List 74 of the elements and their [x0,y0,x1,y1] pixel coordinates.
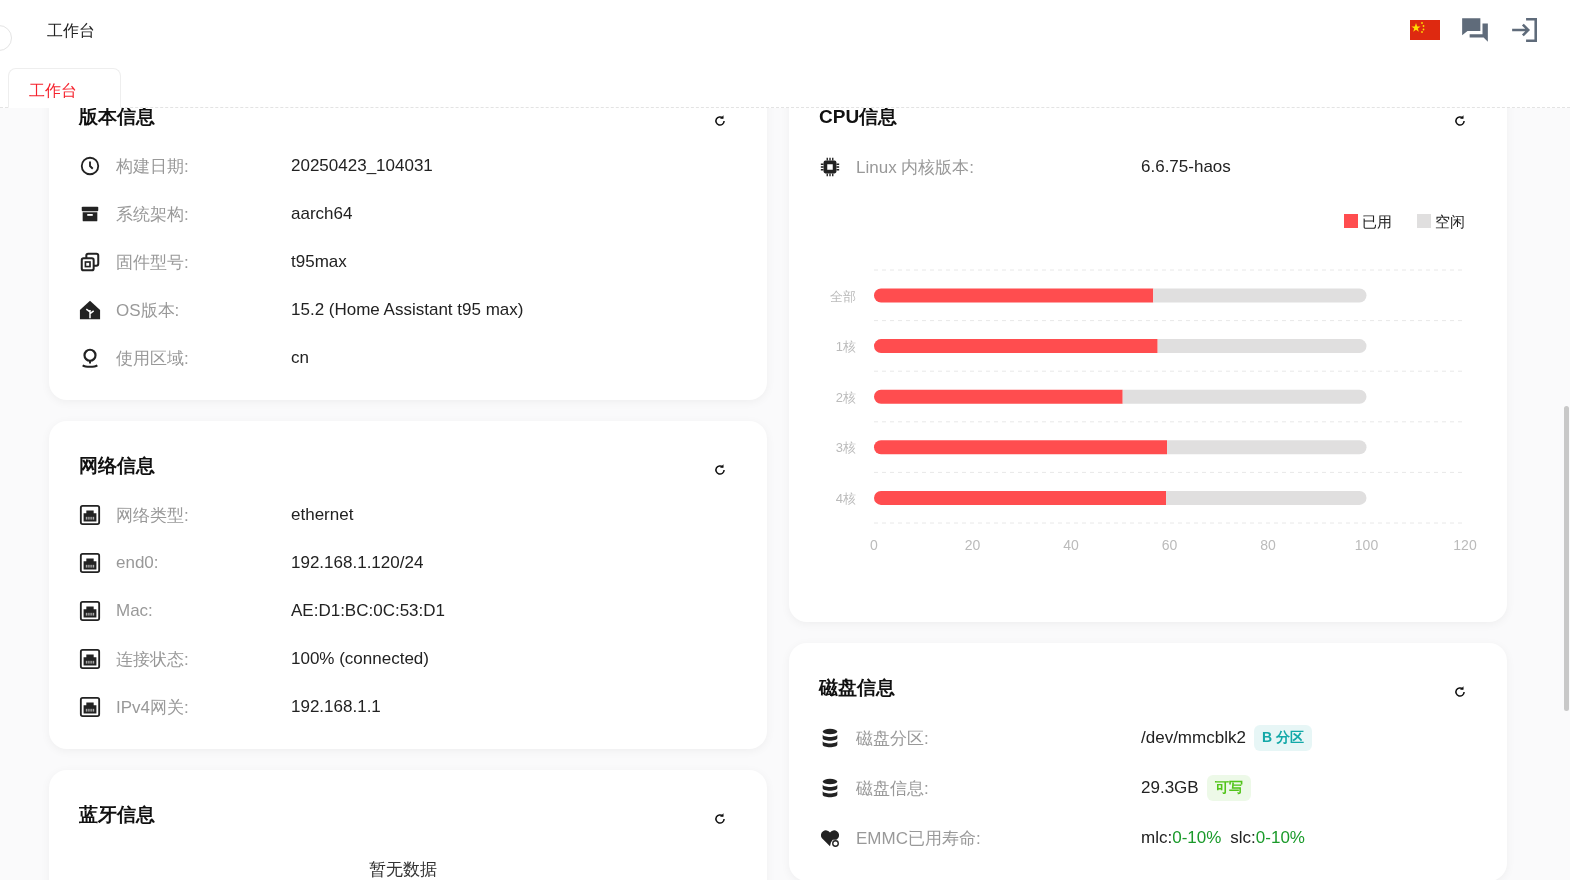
field-value: 29.3GB [1141,778,1199,798]
field-value: AE:D1:BC:0C:53:D1 [291,601,446,621]
refresh-icon[interactable] [1453,685,1467,699]
axis-tick-label: 100 [1354,537,1379,553]
refresh-icon[interactable] [713,812,727,826]
ethernet-port-icon [79,600,101,622]
field-label: IPv4网关: [116,696,190,719]
field-label: 固件型号: [116,251,190,274]
chat-icon[interactable] [1460,16,1490,44]
ethernet-port-icon [79,504,101,526]
logout-icon[interactable] [1510,16,1540,44]
field-label: Linux 内核版本: [856,156,976,179]
axis-tick-label: 20 [964,537,981,553]
field-label: 网络类型: [116,504,190,527]
field-value: slc: [1230,828,1256,848]
refresh-icon[interactable] [713,463,727,477]
field-label: end0: [116,553,160,573]
refresh-icon[interactable] [1453,114,1467,128]
ethernet-port-icon [79,696,101,718]
field-value: aarch64 [291,204,354,224]
field-value: cn [291,348,310,368]
field-value: mlc: [1141,828,1173,848]
card-title: 蓝牙信息 [79,803,155,827]
ethernet-port-icon [79,648,101,670]
axis-tick-label: 120 [1453,537,1477,553]
legend-swatch [1417,214,1431,228]
field-label: 磁盘分区: [856,727,930,750]
field-label: 系统架构: [116,203,190,226]
refresh-icon[interactable] [713,114,727,128]
legend-label: 空闲 [1435,213,1465,230]
axis-label: 2核 [835,389,856,405]
legend-swatch [1344,214,1358,228]
card-title: 磁盘信息 [819,676,895,700]
field-value: t95max [291,252,348,272]
field-label: Mac: [116,601,154,621]
axis-label: 1核 [835,339,856,355]
field-value: 15.2 (Home Assistant t95 max) [291,300,525,320]
scrollbar[interactable] [1564,406,1569,711]
field-label: 磁盘信息: [856,777,930,800]
field-value: 20250423_104031 [291,156,434,176]
field-label: EMMC已用寿命: [856,827,982,850]
field-value: 0-10% [1255,828,1305,848]
axis-label: 全部 [830,288,856,304]
clock-icon [79,155,101,177]
chip-icon [819,156,841,178]
empty-text: 暂无数据 [369,860,437,879]
axis-label: 4核 [835,490,856,506]
house-icon [79,299,101,321]
field-value: 6.6.75-haos [1141,157,1232,177]
heart-icon [819,827,841,849]
flag-icon[interactable] [1410,19,1440,41]
status-tag: B 分区 [1253,725,1312,751]
field-label: OS版本: [116,299,181,322]
ethernet-port-icon [79,552,101,574]
legend-label: 已用 [1362,213,1392,230]
axis-label: 3核 [835,440,856,456]
axis-tick-label: 40 [1063,537,1079,553]
axis-tick-label: 80 [1260,537,1276,553]
field-value: 100% (connected) [291,649,430,669]
field-value: ethernet [291,505,355,525]
tab[interactable]: 工作台 [8,68,121,108]
axis-tick-label: 0 [870,537,878,553]
field-value: 192.168.1.1 [291,697,382,717]
field-label: 连接状态: [116,648,190,671]
field-label: 构建日期: [116,155,190,178]
field-label: 使用区域: [116,347,190,370]
card-title: 网络信息 [79,454,155,478]
page-title: 工作台 [47,20,95,41]
field-value: 192.168.1.120/24 [291,553,425,573]
field-value: /dev/mmcblk2 [1141,728,1246,748]
status-tag: 可写 [1206,775,1251,801]
copy-icon [79,251,101,273]
axis-tick-label: 60 [1161,537,1178,553]
field-value: 0-10% [1172,828,1222,848]
